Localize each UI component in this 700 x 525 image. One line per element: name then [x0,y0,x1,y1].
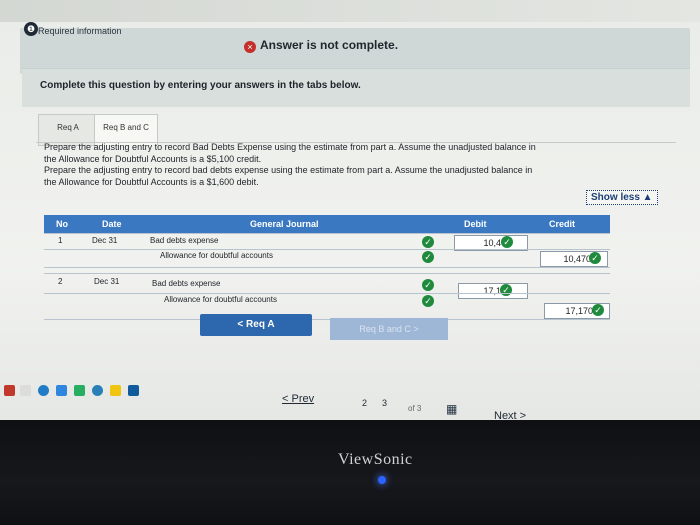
monitor-brand-logo: ViewSonic [338,451,413,468]
correct-check-icon: ✓ [422,279,434,291]
prompt-line-1: Prepare the adjusting entry to record Ba… [44,142,536,152]
debit-field[interactable]: 17,170 [458,283,528,299]
chrome-icon[interactable] [110,385,121,396]
app-icon[interactable] [4,385,15,396]
entry-date[interactable]: Dec 31 [94,277,119,286]
header-no: No [56,219,68,229]
account-field[interactable]: Bad debts expense [152,279,221,288]
answer-status-text: Answer is not complete. [260,38,399,52]
row-divider [44,233,610,234]
journal-header-row: No Date General Journal Debit Credit [44,215,610,233]
page-count-label: of 3 [408,404,422,413]
tab-req-b-and-c[interactable]: Req B and C [94,114,158,145]
account-field[interactable]: Allowance for doubtful accounts [164,295,277,304]
correct-check-icon: ✓ [422,295,434,307]
correct-check-icon: ✓ [592,304,604,316]
previous-tab-button[interactable]: < Req A [200,314,312,336]
media-icon[interactable] [128,385,139,396]
browser-icon[interactable] [38,385,49,396]
start-icon[interactable] [20,385,31,396]
header-credit: Credit [549,219,576,229]
correct-check-icon: ✓ [422,251,434,263]
show-less-button[interactable]: Show less ▲ [586,190,658,205]
correct-check-icon: ✓ [501,236,513,248]
header-date: Date [102,219,122,229]
row-divider [44,249,610,250]
prev-link[interactable]: < Prev [282,393,314,405]
page-2-link[interactable]: 2 [362,398,367,408]
spreadsheet-icon[interactable] [74,385,85,396]
next-tab-button[interactable]: Req B and C > [330,318,448,340]
error-x-icon: × [244,41,256,53]
correct-check-icon: ✓ [589,252,601,264]
header-debit: Debit [464,219,487,229]
internet-explorer-icon[interactable] [92,385,103,396]
row-divider [44,319,610,320]
entry-number: 2 [58,277,63,286]
info-badge-icon: ❶ [24,22,38,36]
instruction-text: Complete this question by entering your … [40,80,361,91]
required-information-label: Required information [38,26,122,36]
account-field[interactable]: Allowance for doubtful accounts [160,251,273,260]
prompt-line-3: Prepare the adjusting entry to record ba… [44,165,533,175]
monitor-bezel [0,420,700,525]
entry-date[interactable]: Dec 31 [92,236,117,245]
taskbar [0,378,220,404]
account-field[interactable]: Bad debts expense [150,236,219,245]
header-general-journal: General Journal [250,219,319,229]
top-bar [0,0,700,22]
page-3-link[interactable]: 3 [382,398,387,408]
entry-number: 1 [58,236,63,245]
prompt-line-2: the Allowance for Doubtful Accounts is a… [44,154,262,164]
prompt-line-4: the Allowance for Doubtful Accounts is a… [44,177,259,187]
browser-screen: ❶ Required information × Answer is not c… [0,0,700,440]
row-divider [44,293,610,294]
row-divider [44,273,610,274]
correct-check-icon: ✓ [500,284,512,296]
correct-check-icon: ✓ [422,236,434,248]
folder-icon[interactable] [56,385,67,396]
grid-icon[interactable]: ▦ [446,402,457,416]
row-divider [44,267,610,268]
power-led-icon [378,476,386,484]
